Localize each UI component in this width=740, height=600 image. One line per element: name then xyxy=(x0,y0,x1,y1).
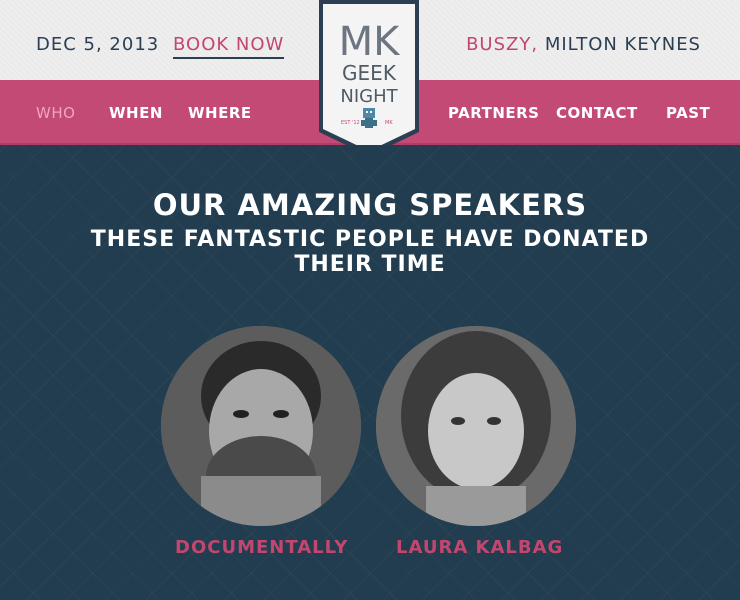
nav-past[interactable]: PAST xyxy=(666,104,710,122)
speaker-photo-documentally[interactable] xyxy=(161,326,361,526)
venue-city: MILTON KEYNES xyxy=(544,34,701,55)
section-title: OUR AMAZING SPEAKERS xyxy=(152,188,588,222)
mk-geek-night-logo[interactable]: MK GEEK NIGHT EST '12 MK xyxy=(319,0,419,156)
speaker-name-documentally[interactable]: DOCUMENTALLY xyxy=(175,537,348,558)
logo-geek: GEEK xyxy=(342,61,397,85)
nav-when[interactable]: WHEN xyxy=(109,104,163,122)
event-date: DEC 5, 2013 xyxy=(36,34,160,55)
nav-contact[interactable]: CONTACT xyxy=(556,104,638,122)
speaker-photo-laura-kalbag[interactable] xyxy=(376,326,576,526)
nav-where[interactable]: WHERE xyxy=(188,104,252,122)
nav-who[interactable]: WHO xyxy=(36,104,75,122)
logo-city: MK xyxy=(385,120,393,126)
nav-partners[interactable]: PARTNERS xyxy=(448,104,540,122)
logo-mk: MK xyxy=(339,19,402,65)
logo-night: NIGHT xyxy=(340,86,398,107)
venue: BUSZY, MILTON KEYNES xyxy=(466,34,701,55)
section-subtitle: THESE FANTASTIC PEOPLE HAVE DONATED THEI… xyxy=(90,227,650,277)
robot-icon xyxy=(361,108,377,128)
logo-est: EST '12 xyxy=(341,120,360,126)
book-now-link[interactable]: BOOK NOW xyxy=(173,34,285,59)
venue-name: BUSZY, xyxy=(466,34,539,55)
speaker-name-laura-kalbag[interactable]: LAURA KALBAG xyxy=(396,537,563,558)
